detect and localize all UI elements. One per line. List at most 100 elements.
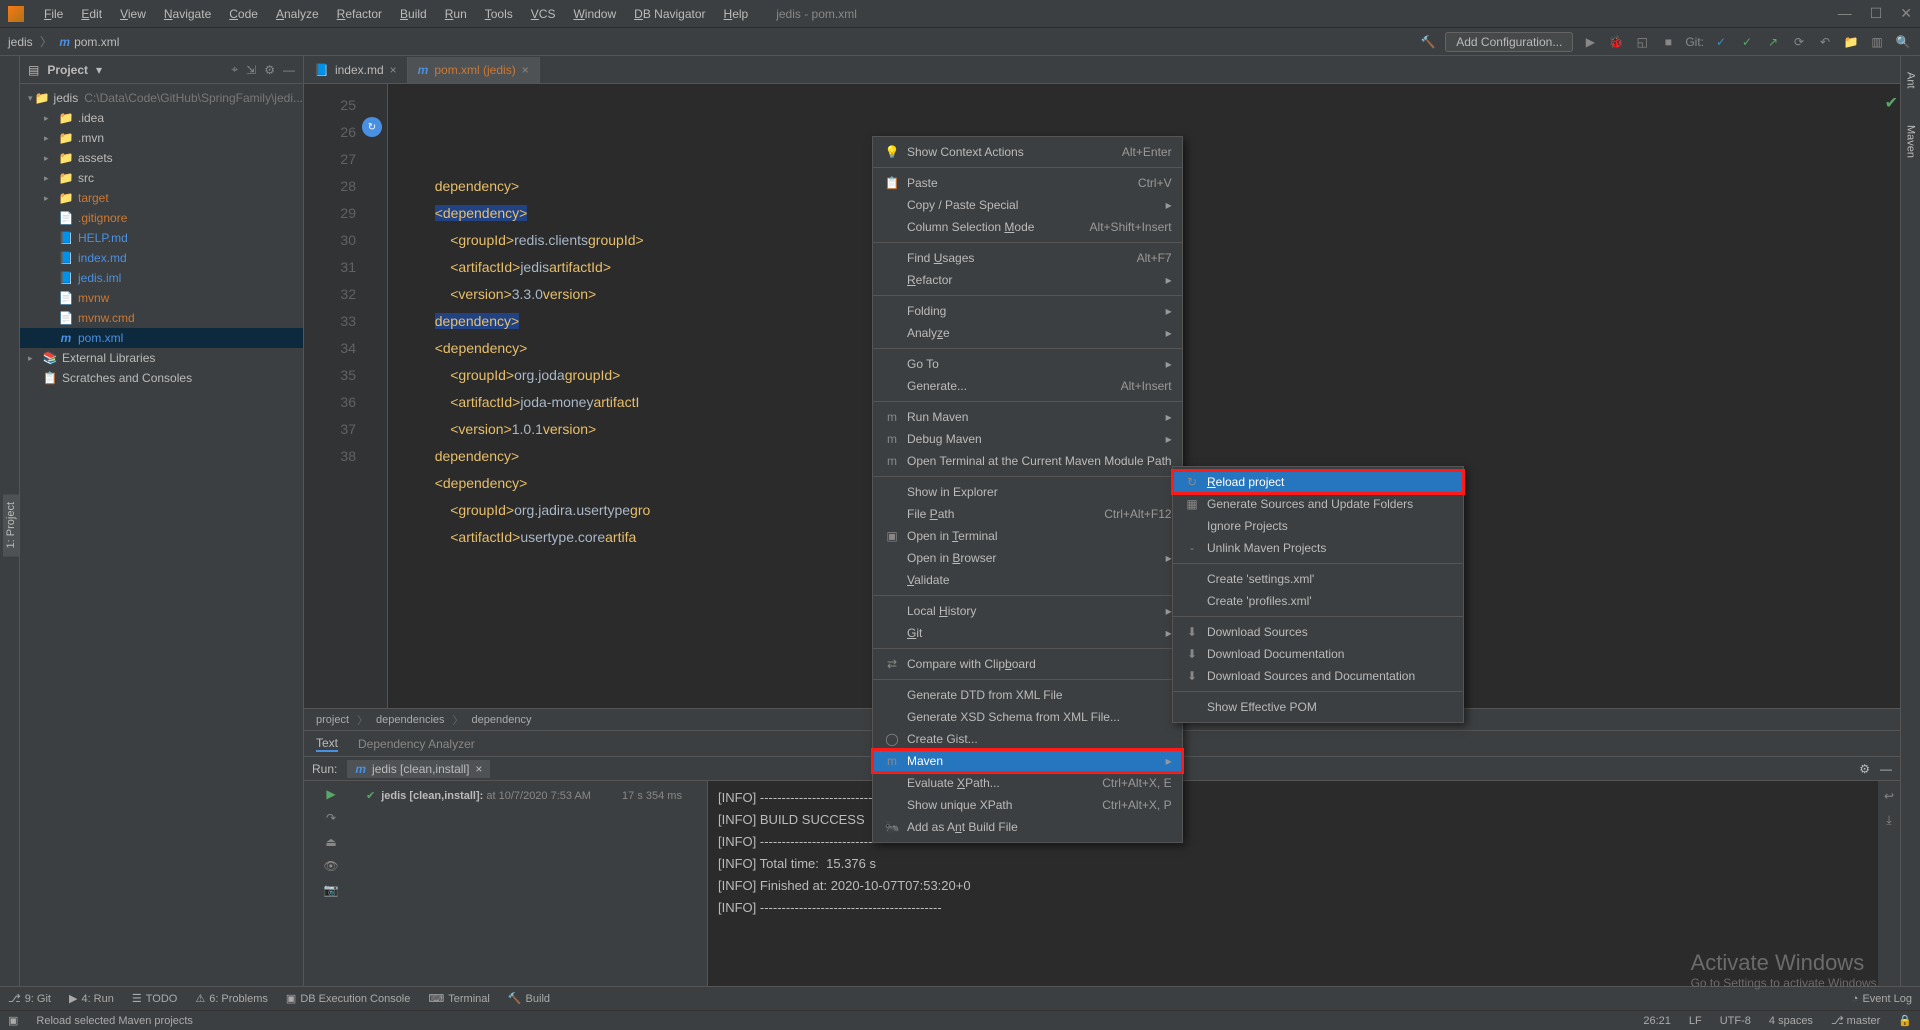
menu-item-create-settings-xml[interactable]: Create 'settings.xml' bbox=[1173, 568, 1463, 590]
status-enc[interactable]: UTF-8 bbox=[1720, 1015, 1751, 1027]
tree-item[interactable]: 📄mvnw.cmd bbox=[20, 308, 303, 328]
menu-item-maven[interactable]: mMaven▸ bbox=[873, 750, 1182, 772]
editor-tab[interactable]: m pom.xml (jedis) × bbox=[408, 57, 540, 83]
editor-context-menu[interactable]: 💡Show Context ActionsAlt+Enter 📋PasteCtrl… bbox=[872, 136, 1183, 843]
bb-event-log[interactable]: ◔ Event Log bbox=[1852, 993, 1912, 1005]
tree-item[interactable]: 📘jedis.iml bbox=[20, 268, 303, 288]
ide-folder-icon[interactable]: 📁 bbox=[1842, 35, 1860, 49]
tree-item[interactable]: mpom.xml bbox=[20, 328, 303, 348]
maximize-icon[interactable]: ☐ bbox=[1870, 5, 1883, 22]
bb-build[interactable]: 🔨 Build bbox=[508, 992, 550, 1005]
menu-item-refactor[interactable]: Refactor▸ bbox=[873, 269, 1182, 291]
tree-item[interactable]: ▸📁src bbox=[20, 168, 303, 188]
menu-item-generate[interactable]: Generate...Alt+Insert bbox=[873, 375, 1182, 397]
close-icon[interactable]: × bbox=[522, 63, 529, 77]
tree-item[interactable]: 📄mvnw bbox=[20, 288, 303, 308]
menu-item-unlink-maven-projects[interactable]: -Unlink Maven Projects bbox=[1173, 537, 1463, 559]
run-icon[interactable]: ▶ bbox=[1581, 35, 1599, 49]
menu-item-create-profiles-xml[interactable]: Create 'profiles.xml' bbox=[1173, 590, 1463, 612]
git-history-icon[interactable]: ⟳ bbox=[1790, 35, 1808, 49]
menu-item-column-selection-mode[interactable]: Column Selection ModeAlt+Shift+Insert bbox=[873, 216, 1182, 238]
menu-build[interactable]: Build bbox=[392, 3, 435, 25]
status-branch[interactable]: ⎇ master bbox=[1831, 1014, 1880, 1027]
menu-file[interactable]: File bbox=[36, 3, 71, 25]
menu-vcs[interactable]: VCS bbox=[523, 3, 564, 25]
menu-item-file-path[interactable]: File PathCtrl+Alt+F12 bbox=[873, 503, 1182, 525]
status-lf[interactable]: LF bbox=[1689, 1015, 1702, 1027]
menu-item-compare-with-clipboard[interactable]: ⇄Compare with Clipboard bbox=[873, 653, 1182, 675]
menu-item-add-as-ant-build-file[interactable]: 🐜Add as Ant Build File bbox=[873, 816, 1182, 838]
project-tree[interactable]: ▾📁jedisC:\Data\Code\GitHub\SpringFamily\… bbox=[20, 84, 303, 986]
dropdown-icon[interactable]: ▾ bbox=[96, 63, 102, 77]
menu-item-show-in-explorer[interactable]: Show in Explorer bbox=[873, 481, 1182, 503]
project-scope-icon[interactable]: ▤ bbox=[28, 63, 39, 77]
menu-item-download-sources-and-documentation[interactable]: ⬇Download Sources and Documentation bbox=[1173, 665, 1463, 687]
bb-terminal[interactable]: ⌨ Terminal bbox=[428, 992, 489, 1005]
run-tree[interactable]: ✔jedis [clean,install]: at 10/7/2020 7:5… bbox=[358, 781, 708, 986]
close-icon[interactable]: ✕ bbox=[1900, 5, 1912, 22]
tool-maven[interactable]: Maven bbox=[1903, 117, 1919, 166]
camera-icon[interactable]: 📷 bbox=[324, 883, 339, 897]
scroll-end-icon[interactable]: ⤓ bbox=[1886, 813, 1891, 828]
tree-item[interactable]: 📋Scratches and Consoles bbox=[20, 368, 303, 388]
menu-item-run-maven[interactable]: mRun Maven▸ bbox=[873, 406, 1182, 428]
menu-item-show-context-actions[interactable]: 💡Show Context ActionsAlt+Enter bbox=[873, 141, 1182, 163]
menu-item-debug-maven[interactable]: mDebug Maven▸ bbox=[873, 428, 1182, 450]
menu-navigate[interactable]: Navigate bbox=[156, 3, 219, 25]
menu-item-reload-project[interactable]: ↻Reload project bbox=[1173, 471, 1463, 493]
fold-gutter[interactable] bbox=[364, 84, 388, 708]
bb-run[interactable]: ▶ 4: Run bbox=[69, 992, 114, 1005]
menu-help[interactable]: Help bbox=[716, 3, 757, 25]
menu-item-git[interactable]: Git▸ bbox=[873, 622, 1182, 644]
git-push-icon[interactable]: ↗ bbox=[1764, 35, 1782, 49]
maven-submenu[interactable]: ↻Reload project▦Generate Sources and Upd… bbox=[1172, 466, 1464, 723]
menu-item-local-history[interactable]: Local History▸ bbox=[873, 600, 1182, 622]
tab-dependency-analyzer[interactable]: Dependency Analyzer bbox=[358, 737, 475, 751]
bb-problems[interactable]: ⚠ 6: Problems bbox=[195, 992, 268, 1005]
soft-wrap-icon[interactable]: ↩ bbox=[1884, 789, 1894, 803]
bb-db-console[interactable]: ▣ DB Execution Console bbox=[286, 992, 410, 1005]
git-update-icon[interactable]: ✓ bbox=[1712, 35, 1730, 49]
tool-ant[interactable]: Ant bbox=[1903, 64, 1919, 97]
menu-refactor[interactable]: Refactor bbox=[329, 3, 390, 25]
minimize-icon[interactable]: — bbox=[1838, 5, 1852, 22]
run-configuration-dropdown[interactable]: Add Configuration... bbox=[1445, 32, 1573, 52]
close-icon[interactable]: × bbox=[390, 63, 397, 77]
menu-item-generate-dtd-from-xml-file[interactable]: Generate DTD from XML File bbox=[873, 684, 1182, 706]
filter-icon[interactable]: ⏏ bbox=[325, 835, 336, 849]
status-col[interactable]: 26:21 bbox=[1643, 1015, 1671, 1027]
debug-icon[interactable]: 🐞 bbox=[1607, 35, 1625, 49]
menu-item-create-gist[interactable]: ◯Create Gist... bbox=[873, 728, 1182, 750]
status-icon[interactable]: ▣ bbox=[8, 1014, 18, 1027]
menu-item-folding[interactable]: Folding▸ bbox=[873, 300, 1182, 322]
view-icon[interactable]: 👁 bbox=[323, 859, 338, 873]
menu-code[interactable]: Code bbox=[221, 3, 266, 25]
tree-item[interactable]: 📘HELP.md bbox=[20, 228, 303, 248]
menu-db-navigator[interactable]: DB Navigator bbox=[626, 3, 713, 25]
locate-icon[interactable]: ⌖ bbox=[231, 62, 238, 77]
tool-project[interactable]: 1: Project bbox=[3, 494, 19, 556]
gear-icon[interactable]: ⚙ bbox=[264, 63, 275, 77]
menu-item-show-unique-xpath[interactable]: Show unique XPathCtrl+Alt+X, P bbox=[873, 794, 1182, 816]
build-hammer-icon[interactable]: 🔨 bbox=[1419, 35, 1437, 49]
tree-item[interactable]: ▸📁target bbox=[20, 188, 303, 208]
menu-item-find-usages[interactable]: Find UsagesAlt+F7 bbox=[873, 247, 1182, 269]
crumb-item[interactable]: dependencies bbox=[376, 714, 445, 726]
menu-item-open-in-terminal[interactable]: ▣Open in Terminal bbox=[873, 525, 1182, 547]
bb-todo[interactable]: ☰ TODO bbox=[132, 992, 177, 1005]
search-icon[interactable]: 🔍 bbox=[1894, 35, 1912, 49]
gear-icon[interactable]: ⚙ bbox=[1859, 762, 1870, 776]
breadcrumb-file[interactable]: pom.xml bbox=[74, 35, 119, 49]
run-tab[interactable]: m jedis [clean,install] × bbox=[347, 760, 490, 778]
menu-item-validate[interactable]: Validate bbox=[873, 569, 1182, 591]
menu-item-download-sources[interactable]: ⬇Download Sources bbox=[1173, 621, 1463, 643]
menu-edit[interactable]: Edit bbox=[73, 3, 110, 25]
menu-tools[interactable]: Tools bbox=[477, 3, 521, 25]
menu-item-paste[interactable]: 📋PasteCtrl+V bbox=[873, 172, 1182, 194]
hide-icon[interactable]: — bbox=[1880, 762, 1892, 776]
crumb-item[interactable]: project bbox=[316, 714, 349, 726]
git-commit-icon[interactable]: ✓ bbox=[1738, 35, 1756, 49]
lock-icon[interactable]: 🔒 bbox=[1898, 1014, 1912, 1027]
menu-item-evaluate-xpath[interactable]: Evaluate XPath...Ctrl+Alt+X, E bbox=[873, 772, 1182, 794]
ide-window-icon[interactable]: ▥ bbox=[1868, 35, 1886, 49]
